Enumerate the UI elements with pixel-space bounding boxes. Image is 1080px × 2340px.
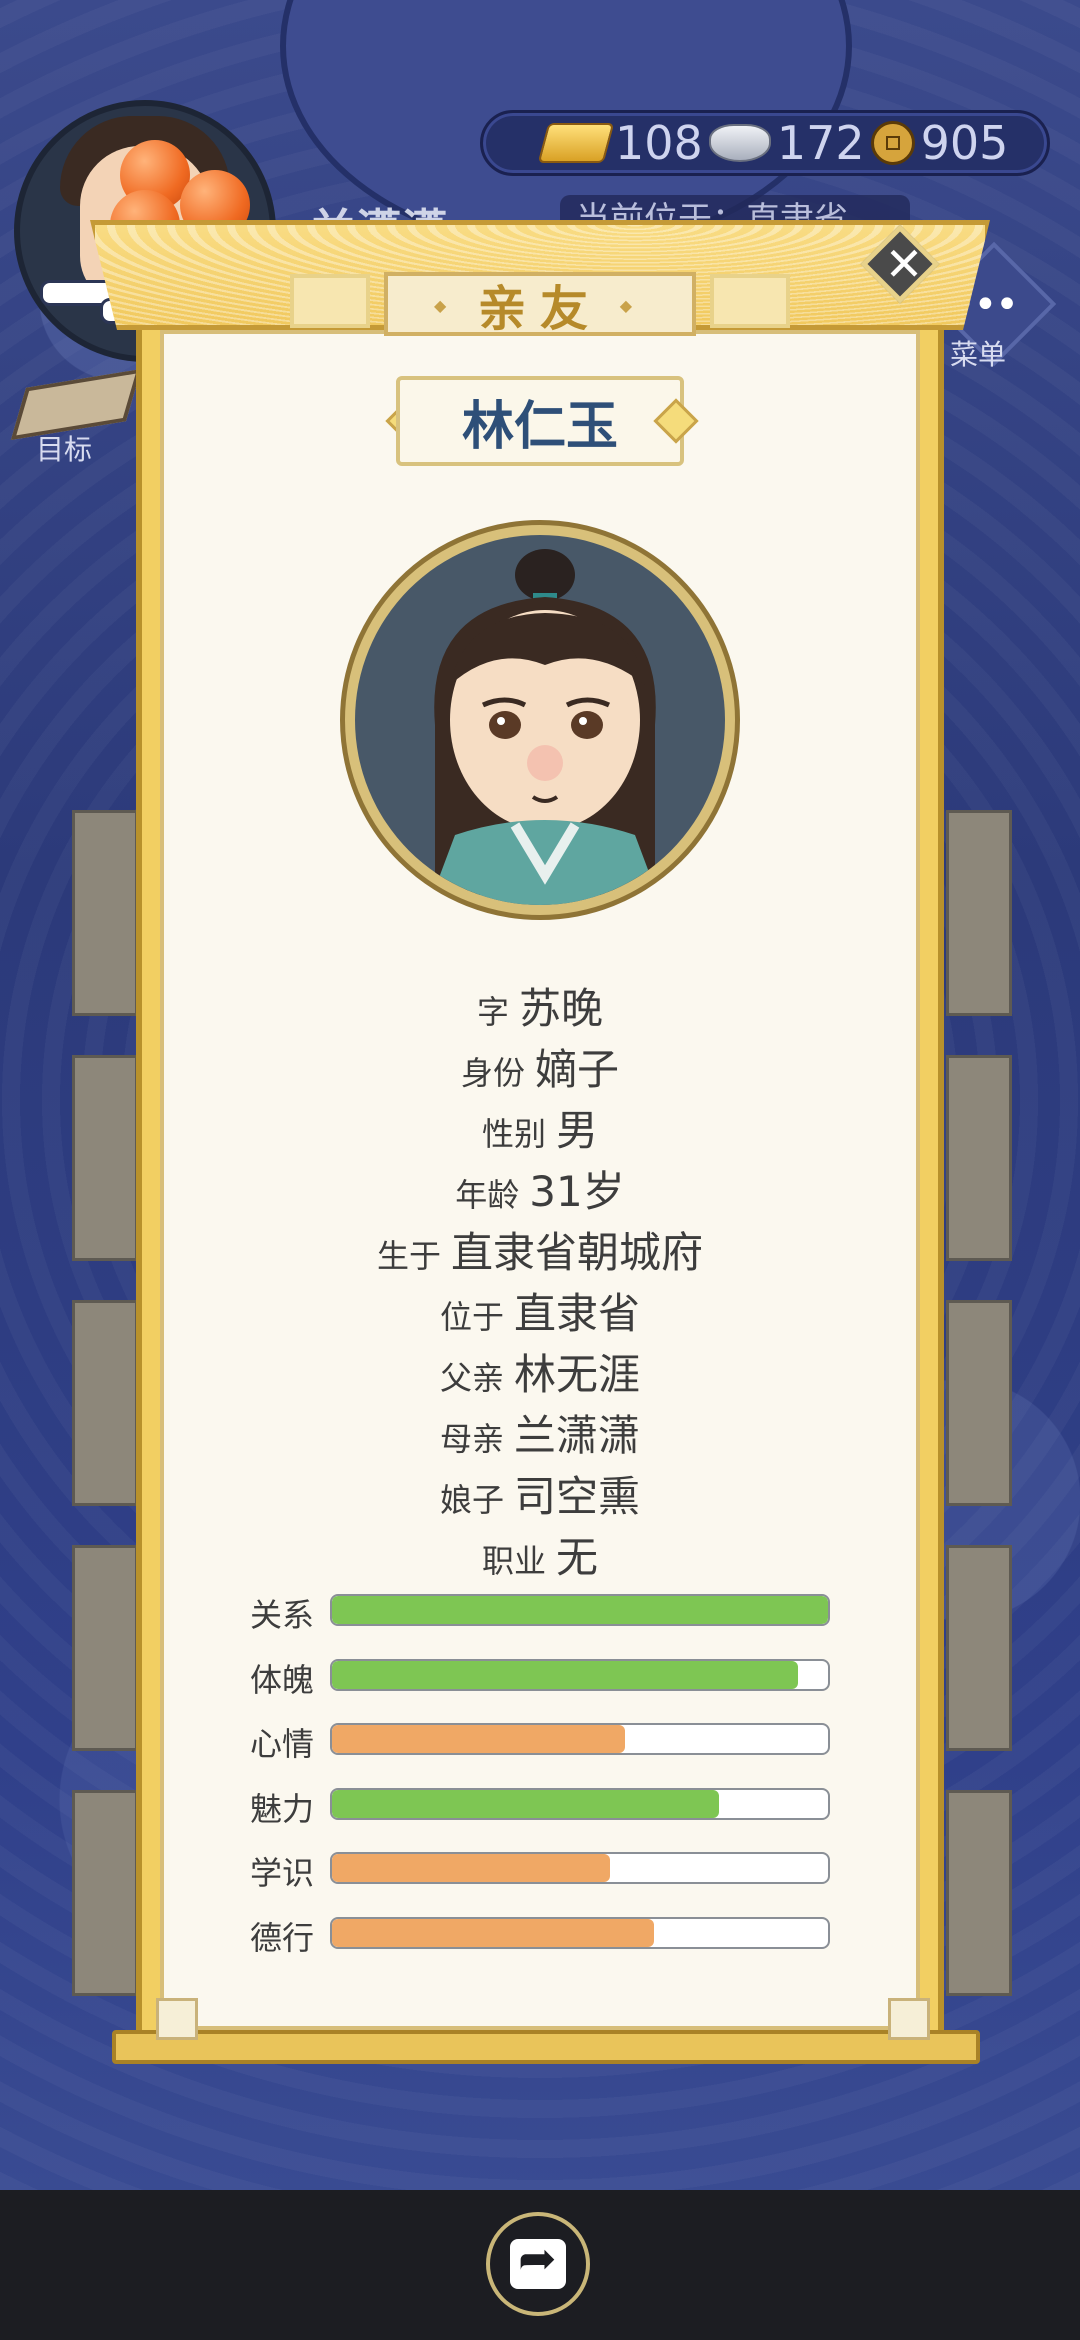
- character-name: 林仁玉: [396, 376, 684, 466]
- gold-ingot-icon: [537, 123, 615, 163]
- info-value: 司空熏: [514, 1472, 641, 1521]
- stat-label-physique: 体魄: [250, 1661, 315, 1699]
- info-label: 位于: [439, 1298, 504, 1336]
- background-card: [946, 1545, 1012, 1751]
- info-value: 林无涯: [514, 1350, 641, 1399]
- info-row-identity: 身份 嫡子: [160, 1036, 920, 1097]
- goal-label: 目标: [36, 433, 93, 466]
- background-card: [72, 810, 138, 1016]
- info-label: 身份: [460, 1054, 525, 1092]
- stat-label-charm: 魅力: [250, 1790, 315, 1828]
- share-icon: [510, 2231, 566, 2289]
- stat-fill: [332, 1725, 625, 1753]
- stat-bar-physique: [330, 1659, 830, 1691]
- stat-fill: [332, 1919, 655, 1947]
- gold-amount: 108: [615, 116, 703, 170]
- stat-fill: [332, 1596, 828, 1624]
- info-label: 年龄: [455, 1176, 520, 1214]
- info-row-occupation: 职业无: [160, 1524, 920, 1585]
- silver-amount: 172: [776, 116, 865, 170]
- info-label: 生于: [376, 1237, 441, 1275]
- stat-fill: [332, 1854, 610, 1882]
- menu-label: 菜单: [950, 338, 1007, 371]
- info-label: 娘子: [439, 1481, 504, 1519]
- info-row-location: 位于 直隶省: [160, 1280, 920, 1341]
- info-label: 字: [476, 993, 509, 1031]
- info-value: 兰潇潇: [514, 1411, 641, 1460]
- info-row-mother: 母亲 兰潇潇: [160, 1402, 920, 1463]
- info-value: 直隶省: [514, 1289, 641, 1338]
- character-name-text: 林仁玉: [461, 396, 618, 457]
- stat-label-virtue: 德行: [250, 1919, 315, 1957]
- background-card: [946, 1300, 1012, 1506]
- background-card: [946, 1055, 1012, 1261]
- coin-amount: 905: [920, 116, 1009, 170]
- stat-bar-relationship: [330, 1594, 830, 1626]
- silver-ingot-icon: [708, 124, 771, 162]
- background-card: [72, 1545, 138, 1751]
- info-row-father: 父亲 林无涯: [160, 1341, 920, 1402]
- currency-bar: 108 172 905: [480, 110, 1050, 176]
- stat-label-relationship: 关系: [250, 1596, 315, 1634]
- info-row-wife: 娘子 司空熏: [160, 1463, 920, 1524]
- info-row-birthplace: 生于 直隶省朝城府: [160, 1219, 920, 1280]
- info-value: 31岁: [529, 1167, 625, 1216]
- header-ornament-left: [290, 274, 370, 328]
- stat-label-knowledge: 学识: [250, 1854, 315, 1892]
- close-icon[interactable]: ✕: [876, 236, 932, 292]
- stat-label-mood: 心情: [250, 1725, 315, 1763]
- modal-title-text: 亲友: [477, 281, 602, 337]
- stat-bar-charm: [330, 1788, 830, 1820]
- header-ornament-right: [710, 274, 790, 328]
- character-avatar: [340, 520, 740, 920]
- info-value: 无: [556, 1533, 599, 1582]
- background-card: [72, 1055, 138, 1261]
- stat-fill: [332, 1661, 799, 1689]
- background-card: [946, 810, 1012, 1016]
- copper-coin-icon: [870, 121, 915, 165]
- info-value: 男: [556, 1106, 599, 1155]
- info-row-age: 年龄 31岁: [160, 1158, 920, 1219]
- stat-bar-knowledge: [330, 1852, 830, 1884]
- info-value: 嫡子: [535, 1045, 620, 1094]
- info-value: 苏晚: [519, 984, 604, 1033]
- scroll-rod-bottom: [112, 2030, 980, 2064]
- background-card: [72, 1790, 138, 1996]
- share-button[interactable]: [486, 2212, 590, 2316]
- stat-bar-mood: [330, 1723, 830, 1755]
- info-label: 性别: [481, 1115, 546, 1153]
- character-avatar-art: [428, 549, 662, 905]
- info-label: 父亲: [439, 1359, 504, 1397]
- modal-title: 亲友: [384, 272, 696, 337]
- info-value: 直隶省朝城府: [451, 1228, 704, 1277]
- info-label: 母亲: [439, 1420, 504, 1458]
- stat-bar-virtue: [330, 1917, 830, 1949]
- stat-fill: [332, 1790, 719, 1818]
- background-card: [72, 1300, 138, 1506]
- info-row-courtesy-name: 字苏晚: [160, 975, 920, 1036]
- scroll-corner-ornament: [888, 1998, 930, 2040]
- background-card: [946, 1790, 1012, 1996]
- info-row-gender: 性别男: [160, 1097, 920, 1158]
- scroll-corner-ornament: [156, 1998, 198, 2040]
- info-label: 职业: [481, 1542, 546, 1580]
